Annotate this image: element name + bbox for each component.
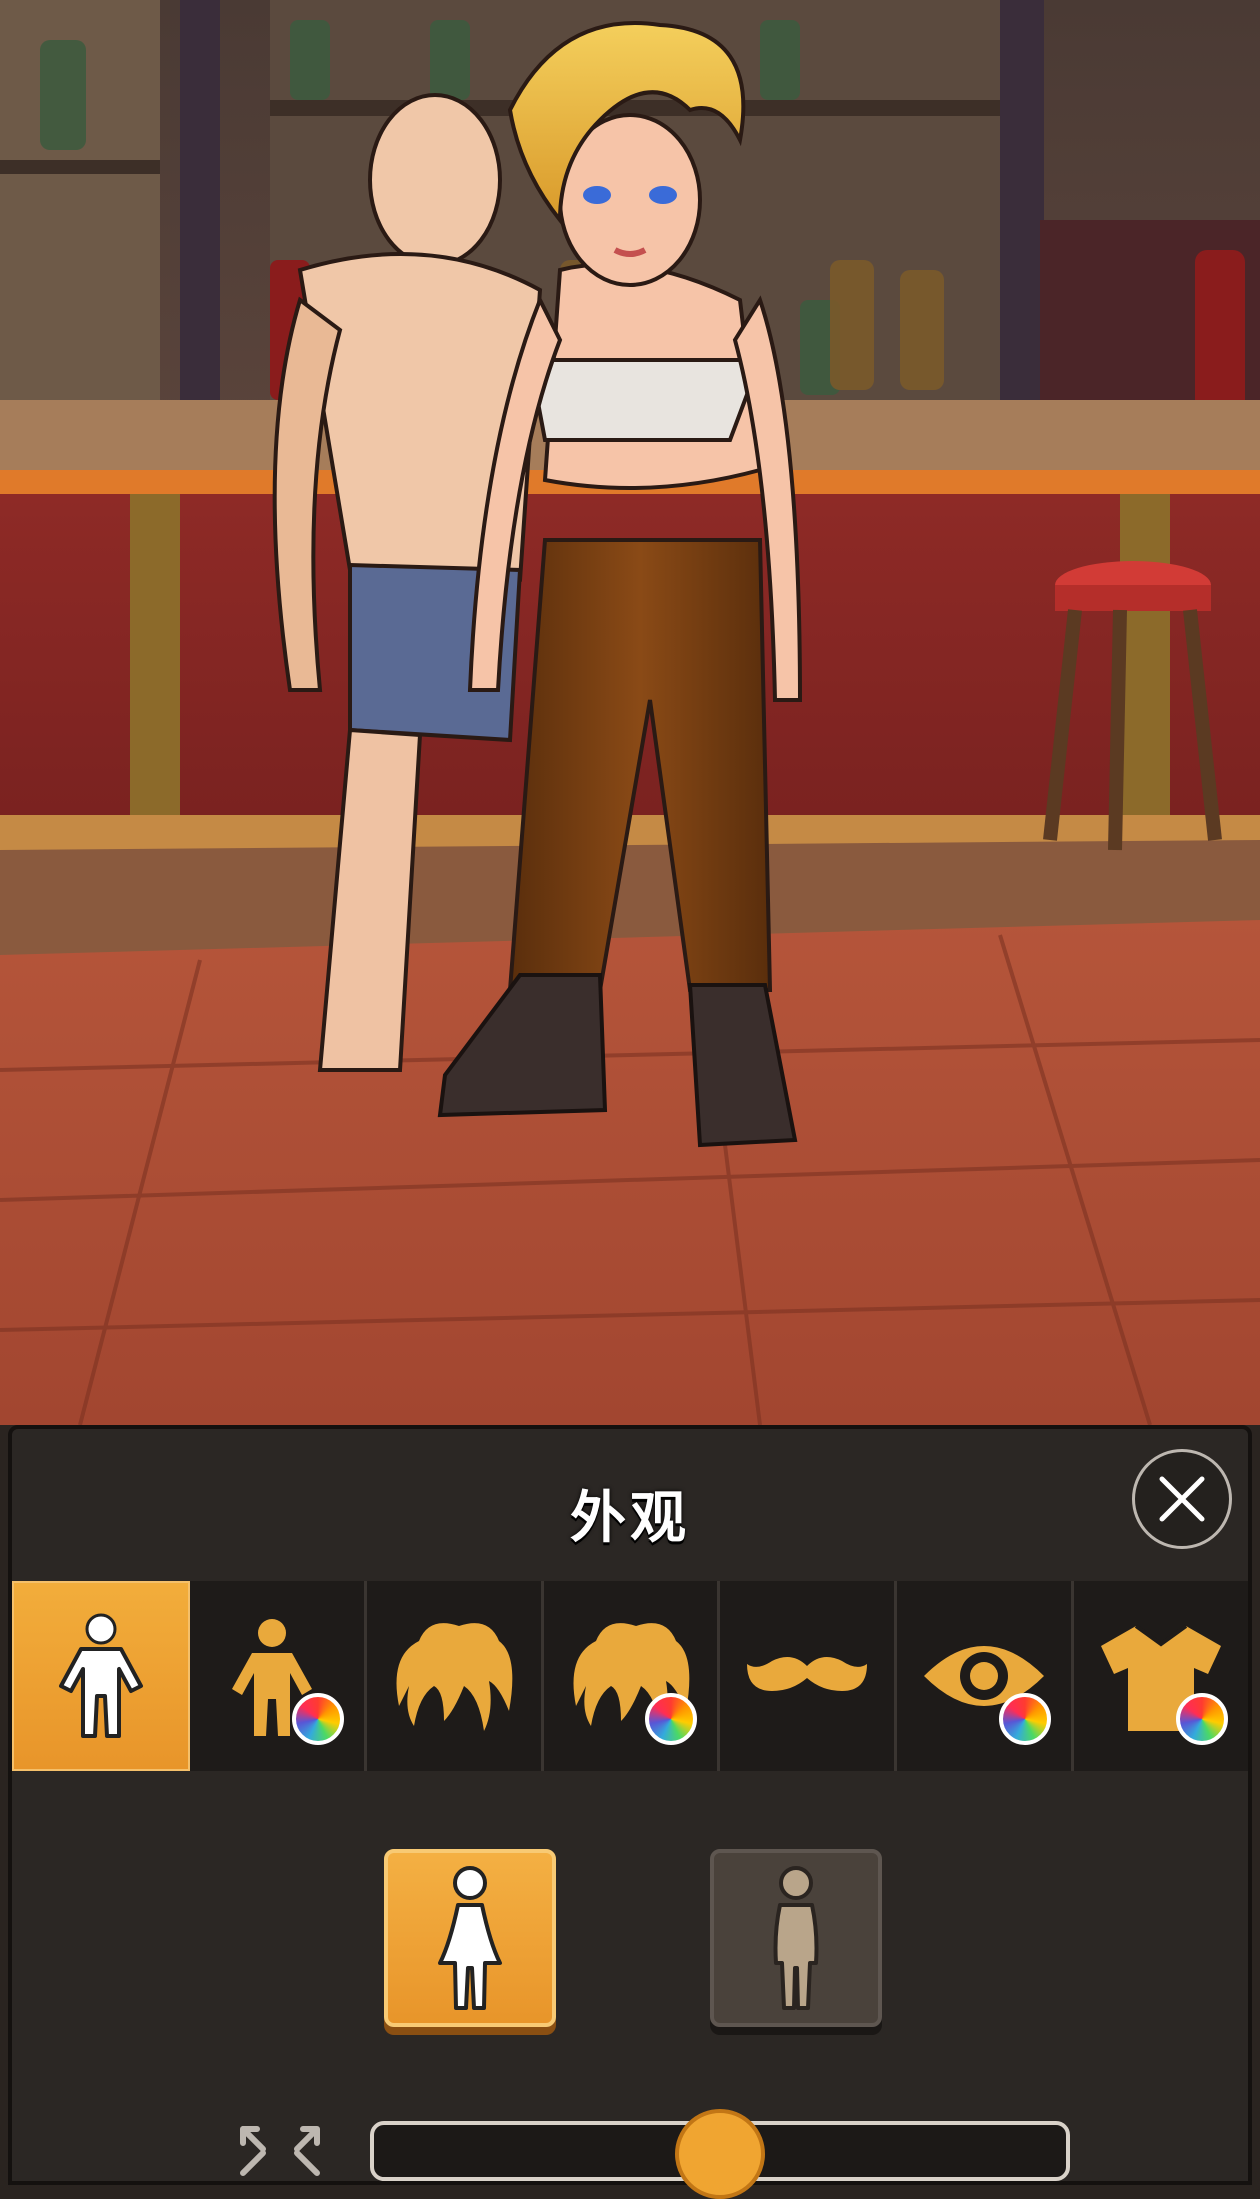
male-icon [773,1866,819,2010]
size-slider-row [12,2109,1248,2199]
tab-body[interactable] [12,1581,190,1771]
tab-clothing-color[interactable] [1074,1581,1249,1771]
tab-hair-color[interactable] [543,1581,721,1771]
female-button[interactable] [384,1849,556,2027]
character-scene [0,0,1260,1425]
panel-title: 外观 [570,1486,690,1551]
color-wheel-icon [1176,1693,1229,1745]
close-icon [1159,1476,1205,1522]
tab-facial-hair[interactable] [720,1581,898,1771]
gender-selector [12,1849,1248,2039]
tab-skin-color[interactable] [189,1581,367,1771]
hair-icon [396,1623,512,1731]
body-icon [58,1613,143,1738]
color-wheel-icon [291,1693,344,1745]
tab-hair[interactable] [366,1581,544,1771]
close-button[interactable] [1132,1449,1232,1549]
male-button[interactable] [710,1849,882,2027]
slider-knob[interactable] [675,2109,765,2199]
size-slider[interactable] [370,2109,1070,2199]
resize-icon [240,2126,320,2176]
color-wheel-icon [645,1693,698,1745]
mustache-icon [747,1657,868,1691]
color-wheel-icon [999,1693,1052,1745]
category-tabs [12,1581,1249,1771]
tab-eye-color[interactable] [897,1581,1075,1771]
female-icon [438,1866,502,2010]
appearance-panel: 外观 [8,1425,1252,2199]
